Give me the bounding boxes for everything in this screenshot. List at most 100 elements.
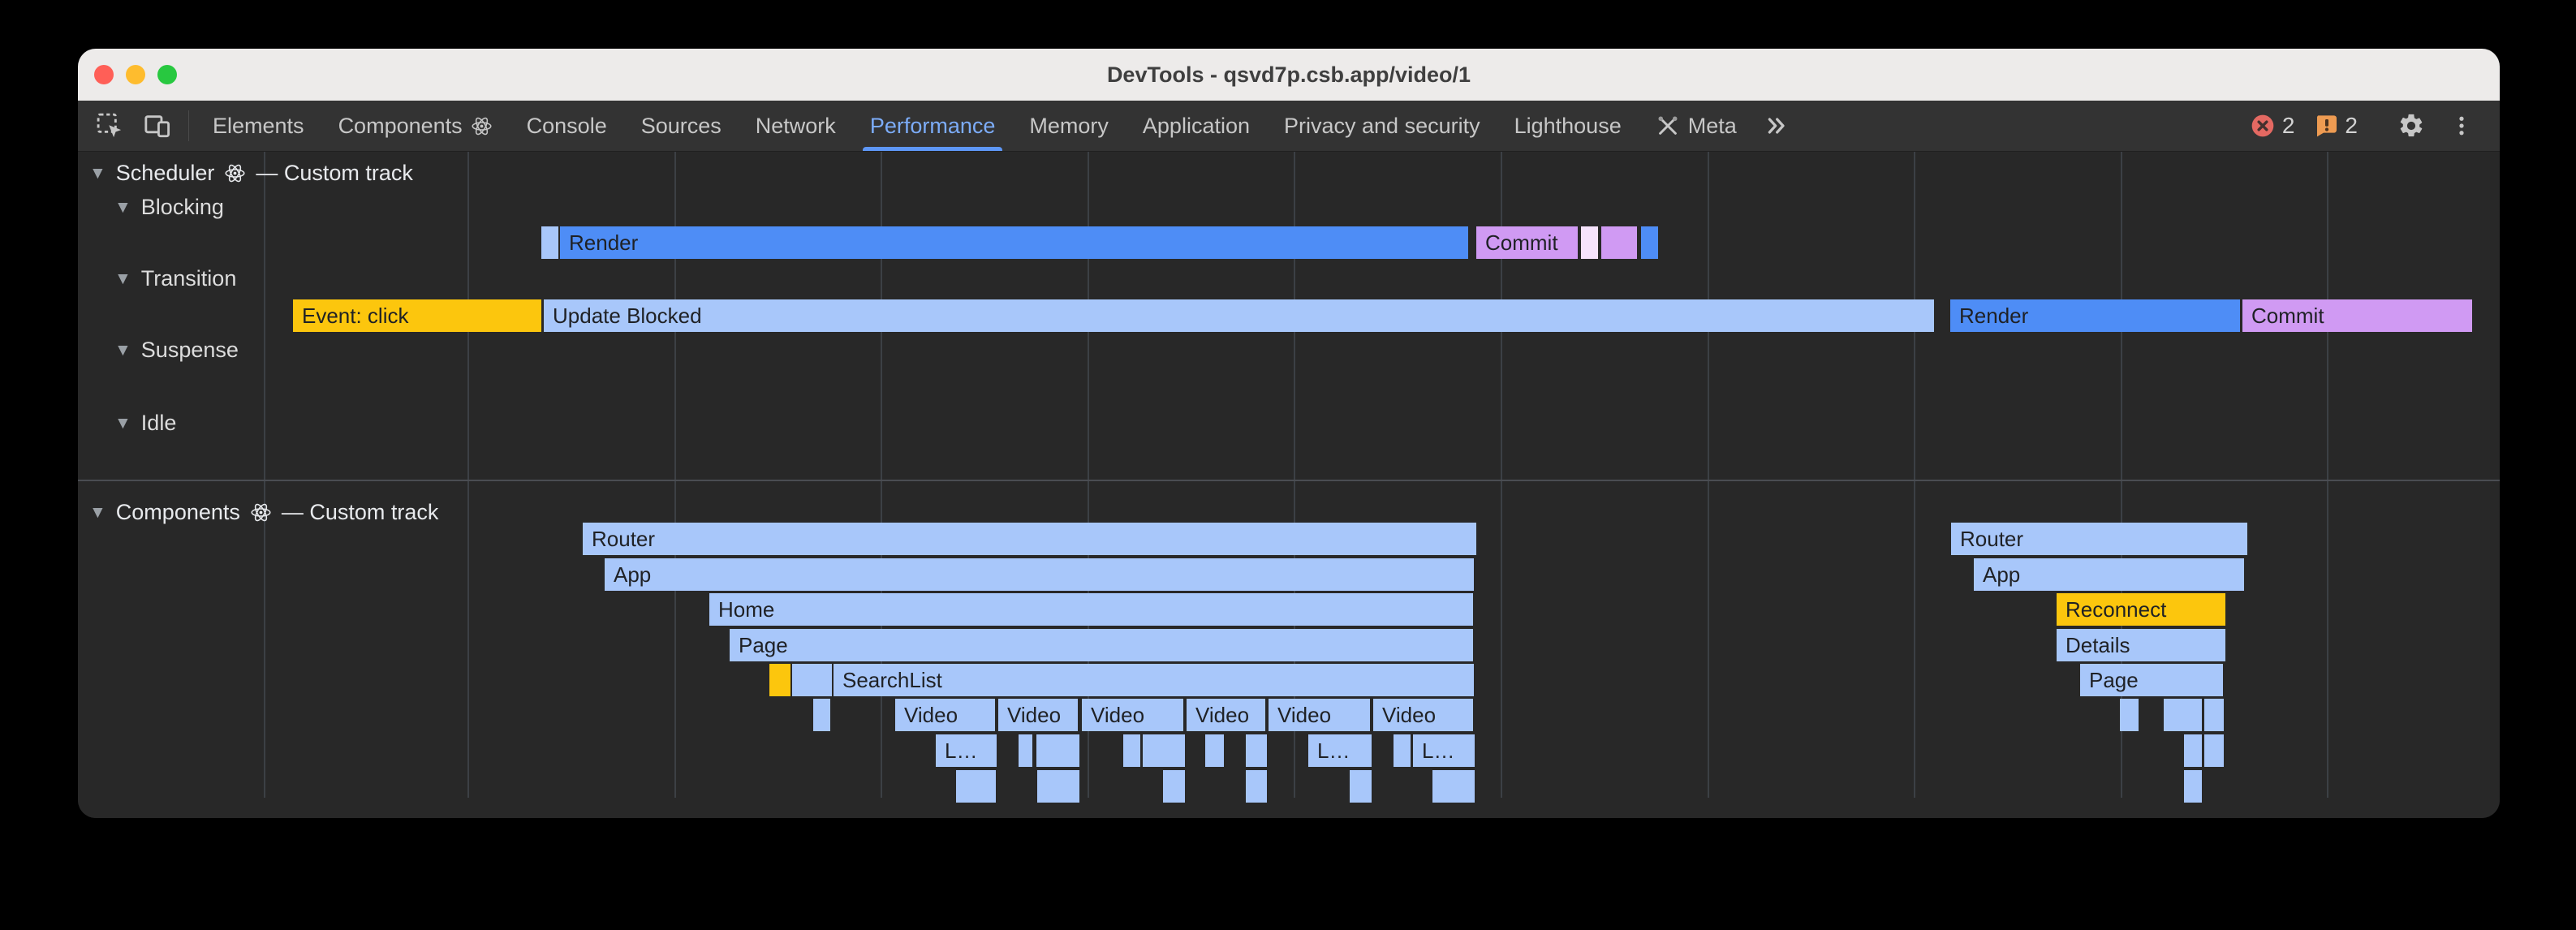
flame-bar[interactable] bbox=[1019, 734, 1032, 767]
flame-bar-router[interactable]: Router bbox=[583, 523, 1476, 555]
more-tabs-button[interactable] bbox=[1754, 101, 1799, 151]
flame-bar[interactable] bbox=[2184, 770, 2202, 803]
issues-badge[interactable]: 2 bbox=[2306, 113, 2364, 139]
flame-bar-video[interactable]: Video bbox=[998, 699, 1078, 731]
flame-bar[interactable] bbox=[2184, 734, 2202, 767]
flame-bar-video[interactable]: Video bbox=[1082, 699, 1183, 731]
tab-memory[interactable]: Memory bbox=[1012, 101, 1126, 151]
track-header-scheduler[interactable]: ▼Scheduler— Custom track bbox=[89, 160, 413, 186]
zoom-window-button[interactable] bbox=[157, 65, 177, 84]
flame-bar[interactable] bbox=[813, 699, 830, 731]
window-titlebar: DevTools - qsvd7p.csb.app/video/1 bbox=[78, 49, 2500, 101]
devtools-window: DevTools - qsvd7p.csb.app/video/1 Elemen… bbox=[78, 49, 2500, 818]
expander-triangle-icon: ▼ bbox=[114, 270, 131, 287]
flame-bar[interactable] bbox=[1205, 734, 1224, 767]
flame-bar-router[interactable]: Router bbox=[1951, 523, 2247, 555]
track-header-components[interactable]: ▼Components— Custom track bbox=[89, 499, 438, 525]
flame-bar-app[interactable]: App bbox=[605, 558, 1474, 591]
lane-suspense[interactable]: ▼Suspense bbox=[114, 337, 239, 363]
flame-bar-updateblocked[interactable]: Update Blocked bbox=[544, 299, 1934, 332]
flame-bar-commit[interactable]: Commit bbox=[2242, 299, 2472, 332]
track-title: Scheduler bbox=[116, 161, 215, 186]
device-toolbar-icon bbox=[143, 112, 172, 140]
flame-chart: ▼Scheduler— Custom track▼Blocking▼Transi… bbox=[78, 152, 2500, 818]
flame-bar-video[interactable]: Video bbox=[1269, 699, 1370, 731]
flame-bar[interactable] bbox=[769, 664, 790, 696]
react-atom-icon bbox=[250, 502, 272, 523]
minimize-window-button[interactable] bbox=[126, 65, 145, 84]
lane-label: Transition bbox=[141, 266, 237, 291]
gridline bbox=[1914, 152, 1915, 798]
flame-bar-home[interactable]: Home bbox=[709, 593, 1473, 626]
react-atom-icon bbox=[224, 162, 246, 184]
flame-bar-video[interactable]: Video bbox=[1373, 699, 1473, 731]
flame-bar[interactable] bbox=[2204, 734, 2224, 767]
tab-console[interactable]: Console bbox=[510, 101, 624, 151]
flame-bar[interactable] bbox=[1350, 770, 1372, 803]
tab-meta[interactable]: Meta bbox=[1639, 101, 1754, 151]
gridline bbox=[264, 152, 265, 798]
flame-bar[interactable] bbox=[1246, 734, 1267, 767]
tab-label: Network bbox=[756, 114, 836, 139]
lane-transition[interactable]: ▼ Transition bbox=[114, 265, 236, 291]
lane-idle[interactable]: ▼Idle bbox=[114, 410, 176, 436]
flame-bar[interactable] bbox=[2120, 699, 2139, 731]
close-window-button[interactable] bbox=[94, 65, 114, 84]
gear-icon bbox=[2397, 112, 2425, 140]
flame-bar[interactable] bbox=[792, 664, 832, 696]
menu-kebab-button[interactable] bbox=[2440, 112, 2483, 140]
flame-bar-render[interactable]: Render bbox=[560, 226, 1468, 259]
tab-performance[interactable]: Performance bbox=[853, 101, 1013, 151]
flame-bar[interactable] bbox=[1641, 226, 1658, 259]
tab-lighthouse[interactable]: Lighthouse bbox=[1497, 101, 1639, 151]
flame-bar[interactable] bbox=[541, 226, 558, 259]
flame-bar[interactable] bbox=[1246, 770, 1267, 803]
error-icon bbox=[2250, 113, 2276, 139]
flame-bar-eventclick[interactable]: Event: click bbox=[293, 299, 541, 332]
flame-bar-video[interactable]: Video bbox=[1187, 699, 1265, 731]
flame-bar[interactable] bbox=[1432, 770, 1475, 803]
flame-bar-page[interactable]: Page bbox=[730, 629, 1473, 661]
flame-bar-app[interactable]: App bbox=[1974, 558, 2244, 591]
tab-components[interactable]: Components bbox=[321, 101, 510, 151]
flame-bar-video[interactable]: Video bbox=[895, 699, 995, 731]
flame-bar-render[interactable]: Render bbox=[1950, 299, 2240, 332]
tab-network[interactable]: Network bbox=[739, 101, 853, 151]
tab-application[interactable]: Application bbox=[1126, 101, 1267, 151]
flame-bar-l[interactable]: L… bbox=[1413, 734, 1475, 767]
tab-privacy[interactable]: Privacy and security bbox=[1267, 101, 1497, 151]
lane-blocking[interactable]: ▼ Blocking bbox=[114, 194, 224, 220]
flame-bar[interactable] bbox=[1036, 734, 1079, 767]
inspect-icon bbox=[96, 112, 123, 140]
flame-bar-l[interactable]: L… bbox=[1308, 734, 1372, 767]
inspect-element-button[interactable] bbox=[86, 101, 133, 151]
flame-bar-commit[interactable]: Commit bbox=[1476, 226, 1578, 259]
flame-bar[interactable] bbox=[956, 770, 996, 803]
tab-label: Privacy and security bbox=[1284, 114, 1480, 139]
tab-elements[interactable]: Elements bbox=[196, 101, 321, 151]
lane-label: Blocking bbox=[141, 195, 224, 220]
expander-triangle-icon: ▼ bbox=[114, 199, 131, 216]
console-errors-badge[interactable]: 2 bbox=[2243, 113, 2302, 139]
device-toolbar-button[interactable] bbox=[133, 101, 182, 151]
track-suffix: — Custom track bbox=[256, 161, 413, 186]
flame-bar-l[interactable]: L… bbox=[936, 734, 997, 767]
flame-bar-reconnect[interactable]: Reconnect bbox=[2057, 593, 2225, 626]
settings-button[interactable] bbox=[2388, 112, 2435, 140]
flame-bar[interactable] bbox=[1601, 226, 1637, 259]
flame-bar-page[interactable]: Page bbox=[2080, 664, 2223, 696]
flame-bar[interactable] bbox=[1581, 226, 1598, 259]
flame-bar[interactable] bbox=[2204, 699, 2224, 731]
flame-bar[interactable] bbox=[1163, 770, 1185, 803]
flame-bar[interactable] bbox=[2164, 699, 2202, 731]
track-title: Components bbox=[116, 500, 240, 525]
tab-sources[interactable]: Sources bbox=[624, 101, 739, 151]
flame-bar-details[interactable]: Details bbox=[2057, 629, 2225, 661]
flame-bar-searchlist[interactable]: SearchList bbox=[834, 664, 1474, 696]
flame-bar[interactable] bbox=[1123, 734, 1140, 767]
flame-bar[interactable] bbox=[1037, 770, 1079, 803]
gridline bbox=[467, 152, 469, 798]
tab-label: Components bbox=[338, 114, 463, 139]
flame-bar[interactable] bbox=[1143, 734, 1185, 767]
flame-bar[interactable] bbox=[1394, 734, 1411, 767]
